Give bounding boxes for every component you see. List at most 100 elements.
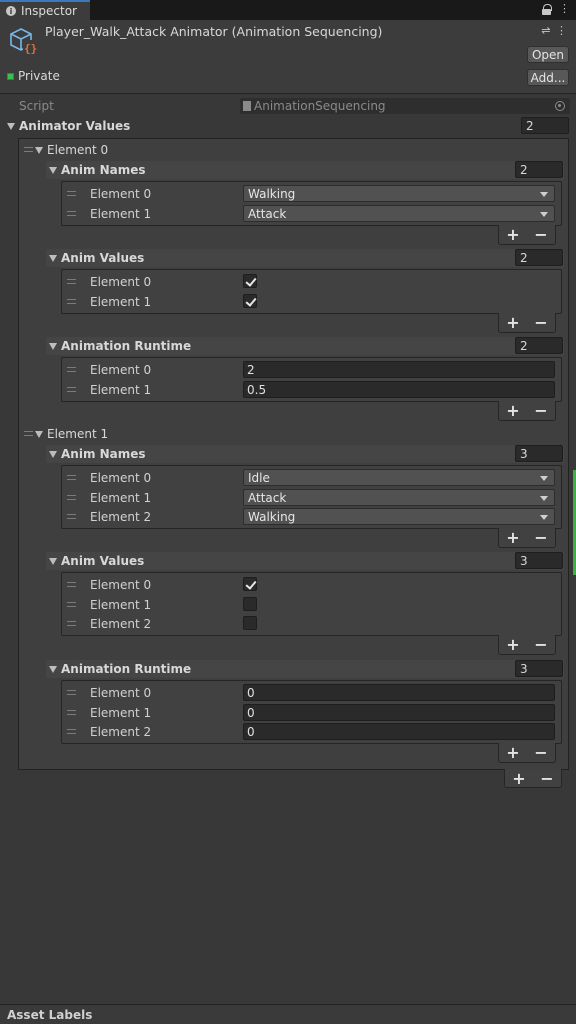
anim-names-size-field[interactable]: 3 (515, 445, 563, 462)
add-element-button[interactable]: + (506, 313, 519, 332)
drag-handle-icon[interactable] (24, 147, 33, 152)
header-tools: ⇌ ⋮ (541, 24, 568, 37)
remove-element-button[interactable]: − (534, 313, 547, 332)
dropdown-arrow-icon (540, 212, 548, 217)
animation-runtime-foldout[interactable]: Animation Runtime (49, 339, 191, 353)
anim-names-label: Anim Names (61, 447, 146, 461)
anim-name-dropdown[interactable]: Attack (243, 205, 555, 222)
animator-values-size-field[interactable]: 2 (521, 117, 569, 134)
lock-icon[interactable] (542, 3, 552, 15)
add-element-button[interactable]: + (512, 769, 525, 788)
remove-element-button[interactable]: − (534, 743, 547, 762)
element-label: Element 1 (90, 207, 152, 221)
runtime-float-field[interactable]: 0 (243, 723, 555, 740)
more-options-icon[interactable]: ⋮ (556, 24, 568, 37)
drag-handle-icon[interactable] (67, 602, 76, 607)
dropdown-value: Idle (248, 470, 270, 485)
script-value: AnimationSequencing (254, 99, 386, 113)
runtime-float-field[interactable]: 0 (243, 704, 555, 721)
anim-name-dropdown[interactable]: Attack (243, 489, 555, 506)
add-element-button[interactable]: + (506, 401, 519, 420)
more-options-icon[interactable]: ⋮ (559, 2, 570, 15)
tab-bar: i Inspector ⋮ (0, 0, 576, 20)
anim-value-checkbox[interactable] (243, 616, 257, 630)
list-footer: + − (498, 528, 556, 548)
drag-handle-icon[interactable] (67, 495, 76, 500)
dropdown-arrow-icon (540, 192, 548, 197)
remove-element-button[interactable]: − (534, 635, 547, 654)
drag-handle-icon[interactable] (67, 621, 76, 626)
element-label: Element 0 (47, 143, 109, 157)
private-status-icon (7, 72, 14, 80)
foldout-arrow-icon (35, 146, 43, 154)
element-label: Element 2 (90, 510, 152, 524)
animator-values-list-footer: + − (504, 769, 562, 788)
asset-title: Player_Walk_Attack Animator (Animation S… (45, 24, 383, 39)
anim-names-size-field[interactable]: 2 (515, 161, 563, 178)
tab-inspector[interactable]: i Inspector (0, 0, 90, 20)
dropdown-value: Walking (248, 186, 296, 201)
drag-handle-icon[interactable] (67, 514, 76, 519)
anim-value-checkbox[interactable] (243, 577, 257, 591)
runtime-float-field[interactable]: 2 (243, 361, 555, 378)
element-label: Element 1 (47, 427, 109, 441)
drag-handle-icon[interactable] (67, 710, 76, 715)
drag-handle-icon[interactable] (67, 582, 76, 587)
animation-runtime-size-field[interactable]: 3 (515, 660, 563, 677)
element-label: Element 1 (90, 295, 152, 309)
object-picker-icon[interactable] (555, 101, 565, 111)
remove-element-button[interactable]: − (534, 225, 547, 244)
drag-handle-icon[interactable] (67, 387, 76, 392)
drag-handle-icon[interactable] (67, 475, 76, 480)
remove-element-button[interactable]: − (534, 528, 547, 547)
asset-labels-bar[interactable]: Asset Labels (0, 1004, 576, 1024)
anim-name-dropdown[interactable]: Idle (243, 469, 555, 486)
drag-handle-icon[interactable] (24, 431, 33, 436)
tab-tools: ⋮ (542, 2, 570, 15)
add-button[interactable]: Add... (527, 69, 569, 86)
animation-runtime-size-field[interactable]: 2 (515, 337, 563, 354)
drag-handle-icon[interactable] (67, 690, 76, 695)
add-element-button[interactable]: + (506, 743, 519, 762)
add-element-button[interactable]: + (506, 528, 519, 547)
element-0-foldout[interactable]: Element 0 (35, 143, 108, 157)
drag-handle-icon[interactable] (67, 729, 76, 734)
anim-names-foldout[interactable]: Anim Names (49, 447, 146, 461)
runtime-float-field[interactable]: 0.5 (243, 381, 555, 398)
anim-values-size-field[interactable]: 2 (515, 249, 563, 266)
add-element-button[interactable]: + (506, 635, 519, 654)
anim-names-label: Anim Names (61, 163, 146, 177)
remove-element-button[interactable]: − (534, 401, 547, 420)
element-label: Element 0 (90, 275, 152, 289)
element-1-foldout[interactable]: Element 1 (35, 427, 108, 441)
animation-runtime-label: Animation Runtime (61, 662, 192, 676)
anim-name-dropdown[interactable]: Walking (243, 185, 555, 202)
animator-values-foldout[interactable]: Animator Values (7, 119, 130, 133)
script-label: Script (19, 99, 54, 113)
runtime-float-field[interactable]: 0 (243, 684, 555, 701)
anim-values-foldout[interactable]: Anim Values (49, 554, 144, 568)
list-footer: + − (498, 225, 556, 245)
anim-values-size-field[interactable]: 3 (515, 552, 563, 569)
add-element-button[interactable]: + (506, 225, 519, 244)
animation-runtime-foldout[interactable]: Animation Runtime (49, 662, 191, 676)
remove-element-button[interactable]: − (540, 769, 553, 788)
drag-handle-icon[interactable] (67, 367, 76, 372)
anim-value-checkbox[interactable] (243, 294, 257, 308)
anim-values-foldout[interactable]: Anim Values (49, 251, 144, 265)
anim-names-foldout[interactable]: Anim Names (49, 163, 146, 177)
settings-sliders-icon[interactable]: ⇌ (541, 24, 551, 37)
drag-handle-icon[interactable] (67, 299, 76, 304)
drag-handle-icon[interactable] (67, 279, 76, 284)
drag-handle-icon[interactable] (67, 191, 76, 196)
drag-handle-icon[interactable] (67, 211, 76, 216)
anim-value-checkbox[interactable] (243, 274, 257, 288)
script-field[interactable]: AnimationSequencing (240, 98, 570, 114)
dropdown-value: Walking (248, 509, 296, 524)
dropdown-arrow-icon (540, 515, 548, 520)
anim-name-dropdown[interactable]: Walking (243, 508, 555, 525)
open-button[interactable]: Open (527, 46, 569, 63)
element-label: Element 0 (90, 578, 152, 592)
anim-value-checkbox[interactable] (243, 597, 257, 611)
element-label: Element 0 (90, 686, 152, 700)
